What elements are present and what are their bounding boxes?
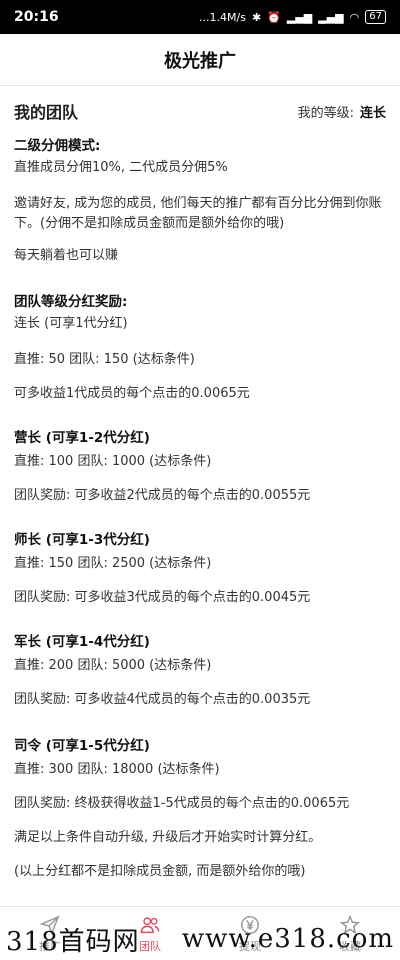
signal-icon: ▂▄▆ xyxy=(286,10,313,24)
junzhang-bonus: 团队奖励: 可多收益4代成员的每个点击的0.0035元 xyxy=(14,692,311,707)
signal-icon-2: ▂▄▆ xyxy=(318,10,344,24)
level-info: 我的等级: 连长 xyxy=(298,102,386,121)
commission-title: 二级分佣模式: xyxy=(14,138,101,154)
invite-text: 邀请好友, 成为您的成员, 他们每天的推广都有百分比分佣到你账下。(分佣不是扣除… xyxy=(14,196,382,231)
lianzhang-condition: 直推: 50 团队: 150 (达标条件) xyxy=(14,352,195,367)
siling-bonus: 团队奖励: 终极获得收益1-5代成员的每个点击的0.0065元 xyxy=(14,796,350,811)
yingzhang-condition: 直推: 100 团队: 1000 (达标条件) xyxy=(14,454,212,469)
bluetooth-icon: ✱ xyxy=(251,10,262,24)
bottom-nav: 推广 团队 提现 收藏 xyxy=(0,906,400,960)
app-header: 极光推广 xyxy=(0,34,400,86)
shizhang-condition: 直推: 150 团队: 2500 (达标条件) xyxy=(14,556,212,571)
yingzhang-title: 营长 (可享1-2代分红) xyxy=(14,430,150,446)
level-label: 我的等级: xyxy=(297,105,354,121)
team-row: 我的团队 我的等级: 连长 xyxy=(14,90,386,132)
alarm-icon: ⏰ xyxy=(267,10,281,24)
yen-icon xyxy=(241,915,259,934)
junzhang-condition: 直推: 200 团队: 5000 (达标条件) xyxy=(14,658,212,673)
status-bar: 20:16 ...1.4M/s ✱ ⏰ ▂▄▆ ▂▄▆ ◠ 67 xyxy=(0,0,400,34)
lie-earn-text: 每天躺着也可以赚 xyxy=(14,248,119,263)
nav-favorites[interactable]: 收藏 xyxy=(300,907,400,960)
commission-rate: 直推成员分佣10%, 二代成员分佣5% xyxy=(14,160,228,175)
lianzhang-bonus: 可多收益1代成员的每个点击的0.0065元 xyxy=(14,386,250,401)
battery-icon: 67 xyxy=(365,10,386,24)
nav-team-label: 团队 xyxy=(139,939,161,953)
status-time: 20:16 xyxy=(14,9,59,25)
siling-condition: 直推: 300 团队: 18000 (达标条件) xyxy=(14,762,220,777)
nav-team[interactable]: 团队 xyxy=(100,907,200,960)
send-icon xyxy=(39,914,60,935)
siling-title: 司令 (可享1-5代分红) xyxy=(14,738,150,754)
shizhang-bonus: 团队奖励: 可多收益3代成员的每个点击的0.0045元 xyxy=(14,590,311,605)
level-value: 连长 xyxy=(359,105,386,121)
wifi-icon: ◠ xyxy=(349,10,360,24)
note-text: (以上分红都不是扣除成员金额, 而是额外给你的哦) xyxy=(14,864,306,879)
shizhang-title: 师长 (可享1-3代分红) xyxy=(14,532,150,548)
bonus-title: 团队等级分红奖励: xyxy=(14,294,128,310)
team-title: 我的团队 xyxy=(14,103,79,122)
network-speed: ...1.4M/s xyxy=(199,10,246,24)
nav-withdraw[interactable]: 提现 xyxy=(200,907,300,960)
main-content[interactable]: 我的团队 我的等级: 连长 二级分佣模式: 直推成员分佣10%, 二代成员分佣5%… xyxy=(0,86,400,906)
nav-promote-label: 推广 xyxy=(39,939,61,953)
auto-upgrade-text: 满足以上条件自动升级, 升级后才开始实时计算分红。 xyxy=(14,830,322,845)
junzhang-title: 军长 (可享1-4代分红) xyxy=(14,634,150,650)
yingzhang-bonus: 团队奖励: 可多收益2代成员的每个点击的0.0055元 xyxy=(14,488,311,503)
nav-withdraw-label: 提现 xyxy=(239,939,261,953)
team-icon xyxy=(140,916,160,933)
lianzhang-title: 连长 (可享1代分红) xyxy=(14,316,128,331)
star-icon xyxy=(339,914,361,934)
nav-promote[interactable]: 推广 xyxy=(0,907,100,960)
nav-favorites-label: 收藏 xyxy=(339,939,361,953)
page-title: 极光推广 xyxy=(164,50,236,72)
status-icons: ...1.4M/s ✱ ⏰ ▂▄▆ ▂▄▆ ◠ 67 xyxy=(199,10,386,24)
